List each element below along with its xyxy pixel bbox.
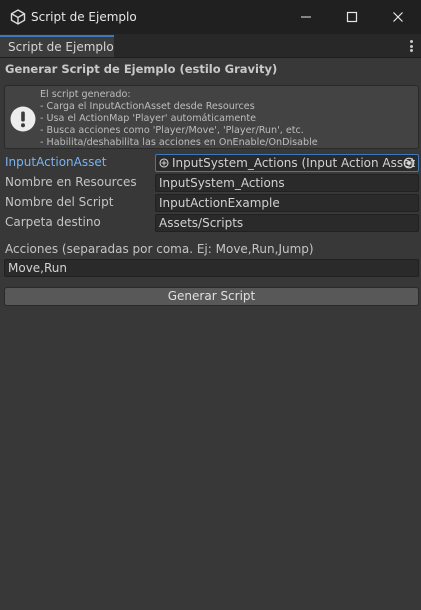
input-action-asset-field[interactable]: InputSystem_Actions (Input Action Asset — [155, 154, 419, 172]
window-title: Script de Ejemplo — [31, 10, 137, 24]
input-action-asset-value: InputSystem_Actions (Input Action Asset — [172, 156, 416, 170]
script-name-label: Nombre del Script — [5, 195, 114, 209]
help-box: El script generado: - Carga el InputActi… — [4, 85, 419, 149]
close-button[interactable] — [375, 0, 421, 33]
resources-name-label: Nombre en Resources — [5, 175, 137, 189]
target-folder-field[interactable]: Assets/Scripts — [155, 214, 419, 232]
minimize-icon — [301, 16, 311, 17]
help-line: - Busca acciones como 'Player/Move', 'Pl… — [40, 125, 304, 136]
help-line: - Usa el ActionMap 'Player' automáticame… — [40, 113, 256, 124]
help-text: El script generado: - Carga el InputActi… — [40, 89, 318, 149]
close-icon — [393, 11, 403, 22]
generate-script-button[interactable]: Generar Script — [4, 287, 419, 306]
section-heading: Generar Script de Ejemplo (estilo Gravit… — [5, 62, 278, 76]
help-line: - Carga el InputActionAsset desde Resour… — [40, 101, 255, 112]
unity-logo-icon — [10, 9, 26, 25]
help-line: El script generado: — [40, 89, 131, 100]
maximize-icon — [346, 11, 358, 22]
object-picker-icon[interactable] — [403, 157, 415, 169]
target-folder-label: Carpeta destino — [5, 215, 101, 229]
actions-label: Acciones (separadas por coma. Ej: Move,R… — [5, 242, 314, 256]
minimize-button[interactable] — [283, 0, 329, 33]
tab-bar: Script de Ejemplo — [0, 34, 421, 58]
maximize-button[interactable] — [329, 0, 375, 33]
resources-name-field[interactable]: InputSystem_Actions — [155, 174, 419, 192]
window-titlebar: Script de Ejemplo — [0, 0, 421, 35]
script-name-field[interactable]: InputActionExample — [155, 194, 419, 212]
input-action-asset-label: InputActionAsset — [5, 155, 107, 169]
actions-field[interactable]: Move,Run — [4, 259, 419, 277]
input-action-asset-icon — [159, 158, 169, 168]
help-line: - Habilita/deshabilita las acciones en O… — [40, 137, 318, 148]
tab-script-de-ejemplo[interactable]: Script de Ejemplo — [0, 35, 114, 57]
kebab-menu-icon[interactable] — [407, 39, 415, 53]
warning-exclamation-icon — [10, 106, 36, 132]
